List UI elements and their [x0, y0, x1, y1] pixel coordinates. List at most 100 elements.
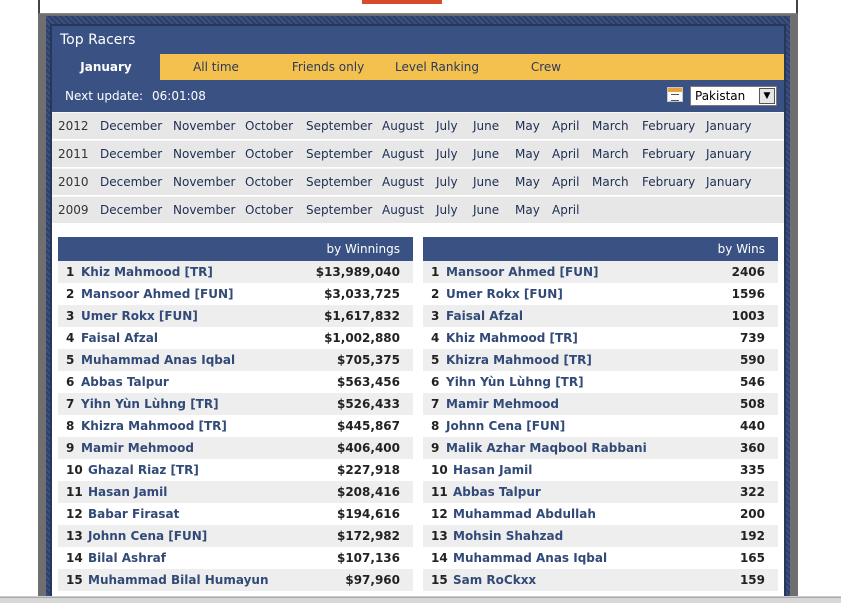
table-row: 15 Sam RoCkxx 159 [423, 569, 778, 591]
racer-name-link[interactable]: Johnn Cena [FUN] [446, 419, 565, 433]
racer-name-link[interactable]: Yihn Yùn Lùhng [TR] [81, 397, 219, 411]
racer-name-link[interactable]: Umer Rokx [FUN] [81, 309, 198, 323]
month-link[interactable]: December [100, 147, 162, 161]
month-link[interactable]: April [552, 175, 579, 189]
month-link[interactable]: November [173, 147, 235, 161]
racer-name-link[interactable]: Mansoor Ahmed [FUN] [81, 287, 234, 301]
racer-name-link[interactable]: Mamir Mehmood [446, 397, 559, 411]
month-link[interactable]: January [706, 147, 752, 161]
month-link[interactable]: July [436, 119, 458, 133]
month-link[interactable]: August [382, 175, 424, 189]
racer-name-link[interactable]: Khiz Mahmood [TR] [446, 331, 578, 345]
racer-name-link[interactable]: Faisal Afzal [81, 331, 158, 345]
month-link[interactable]: May [515, 203, 540, 217]
calendar-icon[interactable] [667, 87, 683, 102]
month-link[interactable]: February [642, 147, 695, 161]
rank-number: 10 [431, 463, 448, 477]
month-link[interactable]: June [473, 147, 499, 161]
panel-title: Top Racers [52, 26, 784, 54]
month-link[interactable]: August [382, 147, 424, 161]
table-row: 6 Yihn Yùn Lùhng [TR] 546 [423, 371, 778, 393]
rank-number: 10 [66, 463, 83, 477]
racer-name-link[interactable]: Muhammad Anas Iqbal [453, 551, 607, 565]
month-link[interactable]: June [473, 175, 499, 189]
tab-level-ranking[interactable]: Level Ranking [392, 54, 482, 80]
racer-name-link[interactable]: Abbas Talpur [453, 485, 541, 499]
month-link[interactable]: March [592, 147, 629, 161]
tab-all-time[interactable]: All time [180, 54, 252, 80]
month-link[interactable]: July [436, 147, 458, 161]
racer-name-link[interactable]: Umer Rokx [FUN] [446, 287, 563, 301]
month-link[interactable]: December [100, 175, 162, 189]
month-link[interactable]: September [306, 147, 372, 161]
month-link[interactable]: November [173, 175, 235, 189]
racer-name-link[interactable]: Faisal Afzal [446, 309, 523, 323]
racer-name-link[interactable]: Muhammad Anas Iqbal [81, 353, 235, 367]
month-link[interactable]: July [436, 175, 458, 189]
month-link[interactable]: August [382, 119, 424, 133]
racer-name-link[interactable]: Yihn Yùn Lùhng [TR] [446, 375, 584, 389]
month-link[interactable]: April [552, 119, 579, 133]
month-link[interactable]: May [515, 119, 540, 133]
racer-name-link[interactable]: Muhammad Abdullah [453, 507, 596, 521]
table-row: 1 Khiz Mahmood [TR] $13,989,040 [58, 261, 413, 283]
chevron-down-icon[interactable]: ▼ [759, 88, 775, 104]
racer-name-link[interactable]: Bilal Ashraf [88, 551, 166, 565]
month-link[interactable]: October [245, 203, 293, 217]
month-link[interactable]: October [245, 175, 293, 189]
wins-value: 440 [739, 419, 765, 433]
racer-name-link[interactable]: Khizra Mahmood [TR] [81, 419, 227, 433]
month-link[interactable]: November [173, 203, 235, 217]
month-link[interactable]: November [173, 119, 235, 133]
racer-name-link[interactable]: Mansoor Ahmed [FUN] [446, 265, 599, 279]
racer-name-link[interactable]: Hasan Jamil [453, 463, 532, 477]
racer-name-link[interactable]: Muhammad Bilal Humayun [88, 573, 269, 587]
tab-january[interactable]: January [52, 54, 160, 80]
table-row: 5 Khizra Mahmood [TR] 590 [423, 349, 778, 371]
month-link[interactable]: March [592, 119, 629, 133]
racer-name-link[interactable]: Babar Firasat [88, 507, 179, 521]
month-link[interactable]: June [473, 119, 499, 133]
month-link[interactable]: May [515, 175, 540, 189]
month-link[interactable]: December [100, 203, 162, 217]
winnings-value: $194,616 [336, 507, 400, 521]
tab-crew[interactable]: Crew [520, 54, 572, 80]
month-link[interactable]: August [382, 203, 424, 217]
racer-name-link[interactable]: Ghazal Riaz [TR] [88, 463, 199, 477]
racer-name-link[interactable]: Khiz Mahmood [TR] [81, 265, 213, 279]
year-row: 2012 December November October September Augu… [52, 112, 784, 139]
wins-value: 590 [739, 353, 765, 367]
month-link[interactable]: October [245, 119, 293, 133]
month-link[interactable]: March [592, 175, 629, 189]
wins-value: 546 [739, 375, 765, 389]
racer-name-link[interactable]: Mohsin Shahzad [453, 529, 563, 543]
racer-name-link[interactable]: Sam RoCkxx [453, 573, 536, 587]
month-link[interactable]: July [436, 203, 458, 217]
month-link[interactable]: May [515, 147, 540, 161]
country-select[interactable]: Pakistan ▼ [690, 86, 777, 106]
month-link[interactable]: February [642, 119, 695, 133]
month-link[interactable]: April [552, 147, 579, 161]
month-link[interactable]: October [245, 147, 293, 161]
month-link[interactable]: September [306, 175, 372, 189]
wins-value: 192 [739, 529, 765, 543]
month-link[interactable]: February [642, 175, 695, 189]
month-link[interactable]: January [706, 119, 752, 133]
month-link[interactable]: September [306, 203, 372, 217]
table-row: 15 Muhammad Bilal Humayun $97,960 [58, 569, 413, 591]
racer-name-link[interactable]: Hasan Jamil [88, 485, 167, 499]
month-link[interactable]: April [552, 203, 579, 217]
racer-name-link[interactable]: Mamir Mehmood [81, 441, 194, 455]
month-link[interactable]: September [306, 119, 372, 133]
table-row: 2 Umer Rokx [FUN] 1596 [423, 283, 778, 305]
tab-friends-only[interactable]: Friends only [282, 54, 374, 80]
racer-name-link[interactable]: Abbas Talpur [81, 375, 169, 389]
month-link[interactable]: June [473, 203, 499, 217]
racer-name-link[interactable]: Malik Azhar Maqbool Rabbani [446, 441, 647, 455]
month-link[interactable]: December [100, 119, 162, 133]
winnings-table: by Winnings 1 Khiz Mahmood [TR] $13,989,04… [58, 237, 413, 591]
racer-name-link[interactable]: Johnn Cena [FUN] [88, 529, 207, 543]
wins-value: 200 [739, 507, 765, 521]
racer-name-link[interactable]: Khizra Mahmood [TR] [446, 353, 592, 367]
month-link[interactable]: January [706, 175, 752, 189]
